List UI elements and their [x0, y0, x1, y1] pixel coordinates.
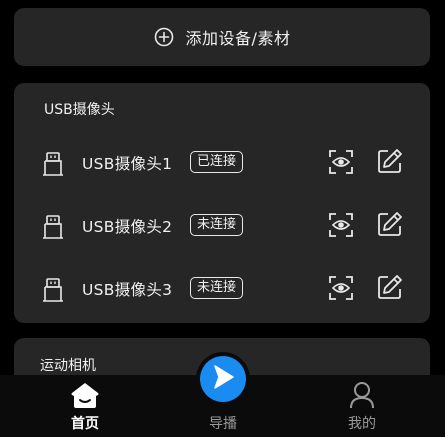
camera-name: USB摄像头3: [82, 281, 173, 299]
camera-row-1[interactable]: USB摄像头1 已连接: [14, 143, 430, 183]
usb-icon: [42, 151, 64, 177]
tab-live-label: 导播: [209, 416, 237, 432]
tab-home[interactable]: 首页: [35, 375, 135, 437]
usb-camera-section: USB摄像头 USB摄像头1 已连接 USB摄像头2 未连接 USB摄像头3 未…: [14, 83, 430, 323]
tab-home-label: 首页: [71, 416, 99, 432]
usb-icon: [42, 277, 64, 303]
camera-name: USB摄像头2: [82, 218, 173, 236]
status-badge: 未连接: [190, 277, 244, 299]
add-device-button[interactable]: 添加设备/素材: [14, 8, 430, 66]
add-device-label: 添加设备/素材: [185, 29, 291, 48]
usb-icon: [42, 214, 64, 240]
edit-pencil-icon[interactable]: [377, 211, 403, 237]
status-badge: 未连接: [190, 214, 244, 236]
edit-pencil-icon[interactable]: [377, 274, 403, 300]
tab-mine-label: 我的: [348, 416, 376, 432]
usb-section-title: USB摄像头: [44, 102, 115, 118]
live-play-button[interactable]: [196, 352, 250, 406]
preview-eye-icon[interactable]: [328, 212, 354, 238]
action-section-title: 运动相机: [40, 358, 96, 374]
camera-row-3[interactable]: USB摄像头3 未连接: [14, 269, 430, 309]
preview-eye-icon[interactable]: [328, 275, 354, 301]
preview-eye-icon[interactable]: [328, 149, 354, 175]
plus-circle-icon: [154, 27, 174, 47]
camera-row-2[interactable]: USB摄像头2 未连接: [14, 206, 430, 246]
edit-pencil-icon[interactable]: [377, 148, 403, 174]
user-icon: [347, 381, 377, 409]
camera-name: USB摄像头1: [82, 155, 173, 173]
status-badge: 已连接: [190, 151, 244, 173]
home-icon: [70, 381, 100, 409]
play-icon: [209, 363, 237, 395]
tab-mine[interactable]: 我的: [312, 375, 412, 437]
